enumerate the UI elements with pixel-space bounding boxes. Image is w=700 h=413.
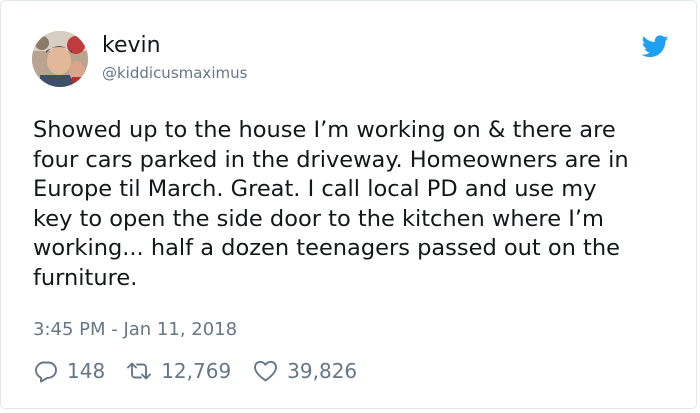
avatar-image [32, 31, 88, 87]
retweet-count: 12,769 [161, 359, 232, 383]
retweet-button[interactable]: 12,769 [126, 359, 231, 383]
tweet-timestamp[interactable]: 3:45 PM - Jan 11, 2018 [33, 317, 237, 343]
tweet-actions: 148 12,769 39,826 [34, 357, 357, 385]
author-handle[interactable]: @kiddicusmaximus [102, 63, 247, 83]
heart-icon [254, 360, 278, 382]
twitter-bird-icon[interactable] [642, 35, 669, 58]
like-count: 39,826 [287, 359, 358, 383]
tweet-text: Showed up to the house I’m working on & … [33, 117, 629, 291]
like-button[interactable]: 39,826 [253, 359, 357, 383]
reply-count: 148 [67, 359, 106, 383]
reply-button[interactable]: 148 [34, 359, 105, 383]
author-name[interactable]: kevin [102, 32, 161, 60]
reply-icon [35, 361, 57, 383]
retweet-icon [127, 362, 152, 380]
avatar[interactable] [32, 31, 88, 87]
tweet-card: kevin @kiddicusmaximus Showed up to the … [0, 0, 697, 409]
